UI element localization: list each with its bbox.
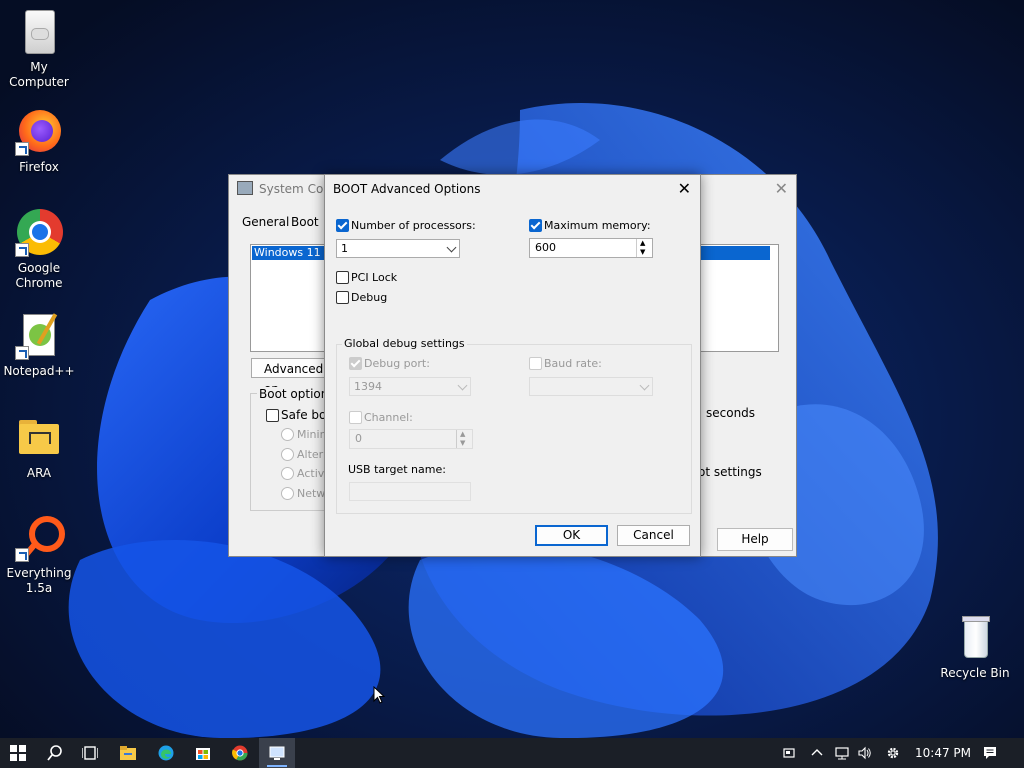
notifications-icon[interactable] [983,746,997,760]
channel-value: 0 [355,432,362,445]
chevron-up-icon[interactable] [810,746,824,760]
active-directory-radio[interactable] [281,467,294,480]
chevron-down-icon [457,380,468,391]
spinner-updown-icon[interactable] [636,239,652,257]
desktop-icon-firefox[interactable]: Firefox [1,108,77,175]
desktop-icon-label: Notepad++ [3,364,75,378]
spinner-updown-icon[interactable] [456,430,472,448]
alternate-shell-radio[interactable] [281,448,294,461]
pci-lock-checkbox[interactable] [336,271,349,284]
desktop-icon-recycle-bin[interactable]: Recycle Bin [937,614,1013,681]
system-tray: 10:47 PM [770,738,1024,768]
global-debug-settings-title: Global debug settings [342,337,467,350]
system-config-app-icon [237,181,253,195]
file-explorer-icon[interactable] [120,745,136,761]
desktop-icon-label: ARA [26,466,52,480]
folder-icon [15,414,63,462]
baud-rate-label: Baud rate: [544,357,602,370]
settings-gear-icon[interactable] [886,746,900,760]
cancel-button[interactable]: Cancel [617,525,690,546]
timeout-seconds-label: seconds [706,406,756,420]
system-config-icon [269,746,285,760]
dialog-close-icon[interactable]: ✕ [678,179,691,198]
debug-checkbox[interactable] [336,291,349,304]
channel-spinner[interactable]: 0 [349,429,473,449]
network-icon[interactable] [835,746,849,760]
desktop-icon-label: Everything 1.5a [6,566,72,595]
taskbar: 10:47 PM [0,738,1024,768]
max-memory-value: 600 [535,241,556,254]
desktop-icon-notepadpp[interactable]: Notepad++ [1,312,77,379]
debug-port-value: 1394 [354,380,382,393]
num-processors-dropdown[interactable]: 1 [336,239,460,258]
max-memory-label: Maximum memory: [544,219,651,232]
ok-button[interactable]: OK [535,525,608,546]
num-processors-checkbox[interactable] [336,219,349,232]
baud-rate-dropdown[interactable] [529,377,653,396]
recycle-bin-icon [951,614,999,662]
start-icon[interactable] [10,745,26,761]
tab-general[interactable]: General [242,215,289,229]
desktop-icon-everything[interactable]: Everything 1.5a [1,514,77,596]
mouse-cursor-icon [373,686,385,704]
tab-boot[interactable]: Boot [291,215,319,229]
desktop-icon-ara[interactable]: ARA [1,414,77,481]
system-config-taskbar-button[interactable] [259,738,295,768]
make-boot-settings-permanent-label: ot settings [698,465,762,479]
max-memory-checkbox[interactable] [529,219,542,232]
notepadpp-icon [15,312,63,360]
syscfg-close-icon[interactable]: ✕ [775,179,788,198]
search-icon[interactable] [47,745,63,761]
desktop-icon-chrome[interactable]: Google Chrome [1,209,77,291]
taskbar-clock[interactable]: 10:47 PM [915,746,971,760]
desktop-icon-label: Recycle Bin [940,666,1010,680]
num-processors-value: 1 [341,242,348,255]
help-button[interactable]: Help [717,528,793,551]
debug-port-dropdown[interactable]: 1394 [349,377,471,396]
boot-advanced-options-dialog: BOOT Advanced Options ✕ Number of proces… [324,174,701,557]
desktop-icon-label: Firefox [19,160,59,174]
channel-checkbox[interactable] [349,411,362,424]
usb-target-name-field[interactable] [349,482,471,501]
usb-target-name-label: USB target name: [348,463,446,476]
channel-label: Channel: [364,411,413,424]
desktop-icon-my-computer[interactable]: My Computer [1,8,77,90]
num-processors-label: Number of processors: [351,219,476,232]
safe-boot-checkbox[interactable] [266,409,279,422]
computer-icon [15,8,63,56]
pci-lock-label: PCI Lock [351,271,398,284]
task-view-icon[interactable] [82,745,98,761]
chrome-taskbar-icon[interactable] [232,745,248,761]
everything-icon [15,514,65,562]
keyboard-language-icon[interactable] [782,746,796,760]
store-icon[interactable] [195,745,211,761]
debug-port-label: Debug port: [364,357,430,370]
desktop-icon-label: Google Chrome [15,261,63,290]
debug-port-checkbox[interactable] [349,357,362,370]
minimal-radio[interactable] [281,428,294,441]
debug-label: Debug [351,291,388,304]
network-radio[interactable] [281,487,294,500]
max-memory-spinner[interactable]: 600 [529,238,653,258]
volume-icon[interactable] [858,746,872,760]
desktop-icon-label: My Computer [9,60,69,89]
chrome-icon [15,209,63,257]
chevron-down-icon [639,380,650,391]
baud-rate-checkbox[interactable] [529,357,542,370]
chevron-down-icon [446,242,457,253]
firefox-icon [15,108,63,156]
dialog-title: BOOT Advanced Options [333,182,481,196]
edge-icon[interactable] [158,745,174,761]
